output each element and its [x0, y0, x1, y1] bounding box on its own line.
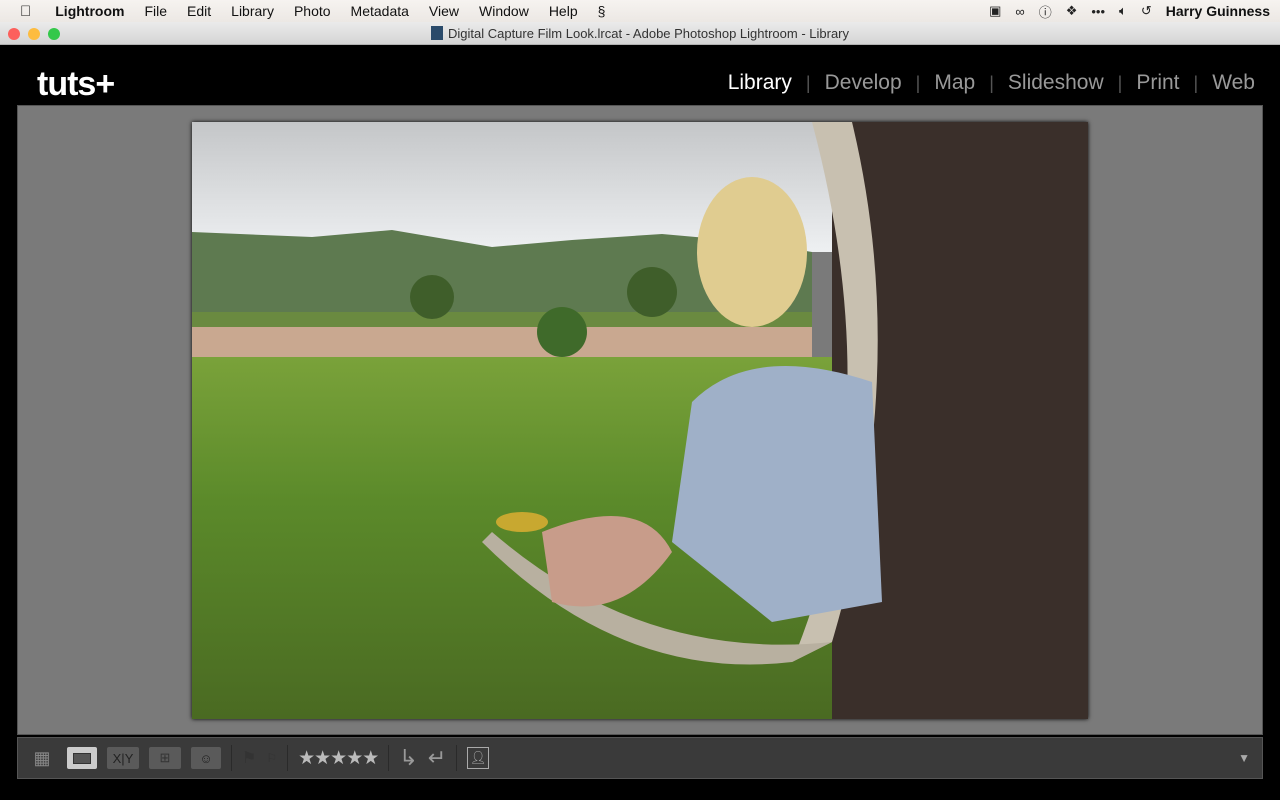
- module-map[interactable]: Map: [934, 71, 975, 95]
- divider: [456, 745, 458, 771]
- menu-help[interactable]: Help: [549, 3, 578, 19]
- loupe-view: [17, 105, 1263, 735]
- menu-bar:  Lightroom File Edit Library Photo Meta…: [0, 0, 1280, 22]
- apple-menu-icon[interactable]: : [20, 3, 31, 20]
- menu-view[interactable]: View: [429, 3, 459, 19]
- menu-window[interactable]: Window: [479, 3, 529, 19]
- toolbar-menu-chevron-icon[interactable]: ▼: [1238, 751, 1250, 765]
- grid-view-button[interactable]: ▦: [27, 747, 57, 769]
- lrcat-file-icon: [430, 26, 443, 40]
- module-web[interactable]: Web: [1212, 71, 1255, 95]
- more-icon[interactable]: •••: [1091, 4, 1105, 19]
- menu-metadata[interactable]: Metadata: [351, 3, 409, 19]
- filmstrip-collapsed: [0, 780, 1280, 800]
- divider: [231, 745, 232, 771]
- divider: [287, 745, 289, 771]
- module-picker: tuts+ Library | Develop | Map | Slideshow | …: [0, 45, 1280, 105]
- time-machine-icon[interactable]: ↺: [1141, 3, 1152, 19]
- module-slideshow[interactable]: Slideshow: [1008, 71, 1104, 95]
- zoom-button[interactable]: [48, 28, 60, 40]
- dropbox-icon[interactable]: ❖: [1066, 3, 1078, 19]
- rotate-left-icon[interactable]: ↵: [428, 745, 446, 771]
- loupe-icon: [73, 752, 91, 764]
- script-icon[interactable]: §: [598, 3, 606, 19]
- menu-app[interactable]: Lightroom: [55, 3, 124, 19]
- divider: [388, 745, 390, 771]
- menu-edit[interactable]: Edit: [187, 3, 211, 19]
- rotate-right-icon[interactable]: ↳: [399, 745, 417, 771]
- flag-pick-icon[interactable]: ⚑: [242, 748, 256, 768]
- people-view-button[interactable]: ☺: [191, 747, 221, 769]
- photo-preview[interactable]: [192, 122, 1088, 719]
- volume-icon[interactable]: 🔈︎: [1119, 3, 1127, 19]
- menu-photo[interactable]: Photo: [294, 3, 331, 19]
- survey-view-button[interactable]: ⊞: [149, 747, 181, 769]
- module-develop[interactable]: Develop: [825, 71, 902, 95]
- title-bar: Digital Capture Film Look.lrcat - Adobe …: [0, 22, 1280, 45]
- minimize-button[interactable]: [28, 28, 40, 40]
- loupe-view-button[interactable]: [67, 747, 97, 769]
- creative-cloud-icon[interactable]: ∞: [1015, 4, 1024, 19]
- menu-library[interactable]: Library: [231, 3, 274, 19]
- camera-icon[interactable]: ▣: [989, 3, 1001, 19]
- window-title: Digital Capture Film Look.lrcat - Adobe …: [447, 25, 850, 41]
- tuts-logo: tuts+: [37, 65, 115, 103]
- compare-view-button[interactable]: X|Y: [107, 747, 139, 769]
- menu-file[interactable]: File: [144, 3, 167, 19]
- library-toolbar: ▦ X|Y ⊞ ☺ ⚑ ⚐ ★★★★★ ↳ ↵ 👤︎ ▼: [17, 737, 1263, 779]
- user-name[interactable]: Harry Guinness: [1166, 3, 1270, 19]
- close-button[interactable]: [8, 28, 20, 40]
- module-library[interactable]: Library: [728, 71, 792, 95]
- onepassword-icon[interactable]: ⓘ: [1039, 2, 1052, 21]
- flag-reject-icon[interactable]: ⚐: [266, 751, 277, 765]
- star-rating[interactable]: ★★★★★: [298, 747, 379, 770]
- module-print[interactable]: Print: [1136, 71, 1179, 95]
- face-region-icon[interactable]: 👤︎: [467, 747, 490, 769]
